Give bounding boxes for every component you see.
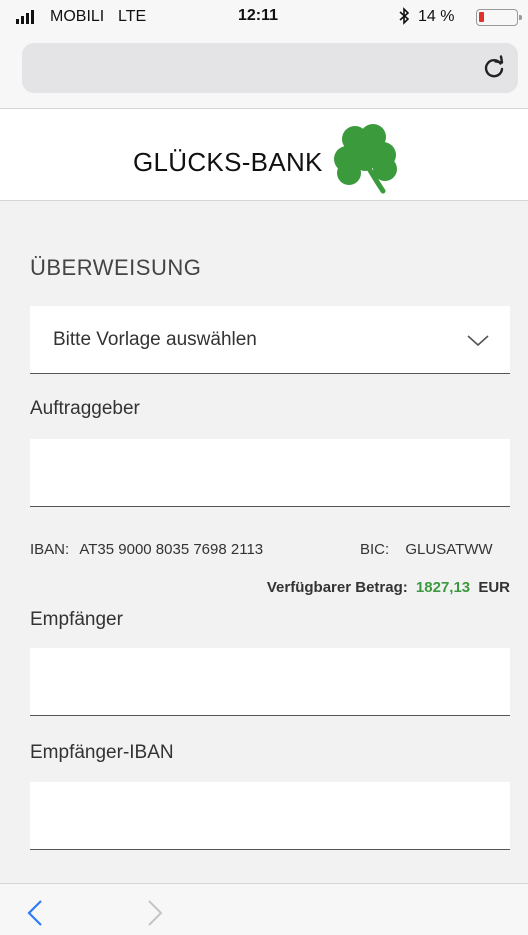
bank-name: GLÜCKS-BANK — [133, 147, 323, 177]
signal-strength-icon — [16, 10, 34, 24]
address-bar[interactable] — [22, 43, 518, 93]
empfaenger-label: Empfänger — [30, 609, 123, 630]
battery-icon — [476, 9, 522, 26]
empfaenger-iban-field[interactable] — [30, 782, 510, 850]
browser-toolbar — [0, 34, 528, 109]
template-select-value: Bitte Vorlage auswählen — [53, 329, 257, 350]
bic-value: GLUSATWW — [405, 541, 493, 558]
template-select[interactable]: Bitte Vorlage auswählen — [30, 306, 510, 374]
chevron-left-icon[interactable] — [26, 899, 44, 927]
available-currency: EUR — [478, 579, 510, 596]
auftraggeber-label: Auftraggeber — [30, 398, 140, 419]
available-amount: 1827,13 — [415, 579, 471, 596]
status-time: 12:11 — [238, 7, 279, 24]
carrier-name: MOBILI — [50, 8, 105, 25]
iban-value: AT35 9000 8035 7698 2113 — [79, 541, 264, 558]
chevron-down-icon — [467, 335, 489, 347]
battery-level-fill — [479, 12, 484, 22]
reload-icon[interactable] — [480, 54, 508, 82]
available-balance: Verfügbarer Betrag: 1827,13 EUR — [267, 579, 510, 596]
iban-label: IBAN: — [30, 541, 70, 558]
bluetooth-icon — [398, 7, 410, 30]
status-bar: MOBILI LTE 12:11 14 % — [0, 0, 528, 34]
empfaenger-iban-label: Empfänger-IBAN — [30, 742, 174, 763]
shamrock-icon — [334, 124, 397, 194]
empfaenger-field[interactable] — [30, 648, 510, 716]
chevron-right-icon[interactable] — [146, 899, 164, 927]
auftraggeber-field[interactable] — [30, 439, 510, 507]
bank-header: GLÜCKS-BANK — [0, 109, 528, 201]
account-iban: IBAN: AT35 9000 8035 7698 2113 — [30, 541, 263, 558]
network-type: LTE — [118, 8, 147, 25]
available-label: Verfügbarer Betrag: — [266, 579, 408, 596]
browser-bottom-bar — [0, 883, 528, 935]
bic-label: BIC: — [360, 541, 390, 558]
battery-percent: 14 % — [418, 8, 455, 25]
account-bic: BIC: GLUSATWW — [360, 541, 493, 558]
page-title: ÜBERWEISUNG — [30, 255, 202, 280]
